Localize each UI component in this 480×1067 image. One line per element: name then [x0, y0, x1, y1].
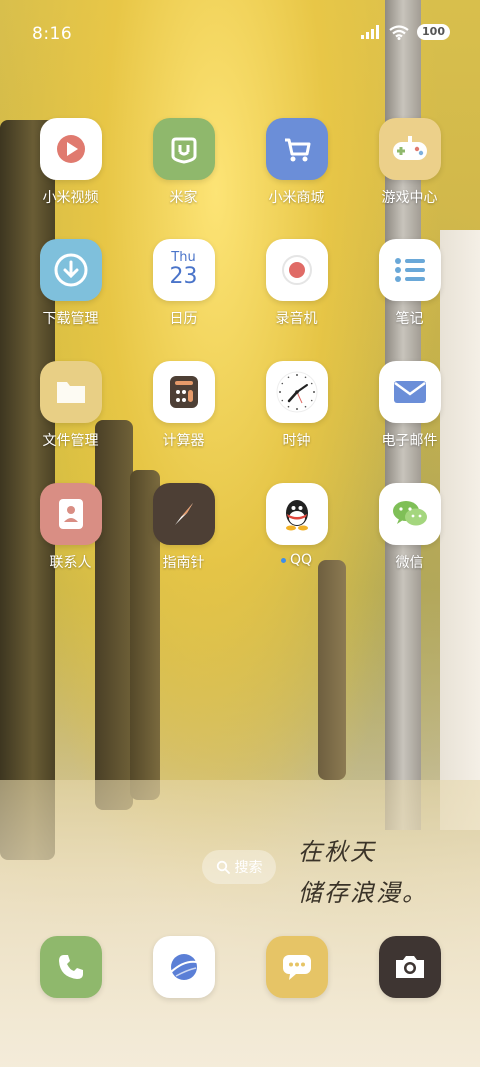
- app-label: 小米视频: [42, 190, 99, 206]
- app-calendar[interactable]: Thu 23 日历: [127, 239, 240, 328]
- wechat-icon[interactable]: [378, 483, 441, 545]
- phone-icon[interactable]: [39, 936, 102, 998]
- app-mijia[interactable]: 米家: [127, 118, 240, 207]
- status-bar: 8:16 100: [0, 0, 480, 68]
- dock-messages[interactable]: [240, 936, 353, 998]
- signal-icon: [361, 25, 380, 39]
- clock-icon[interactable]: [265, 361, 328, 423]
- app-label: 米家: [169, 190, 198, 206]
- app-label-text: QQ: [289, 552, 313, 568]
- app-label: 微信: [395, 555, 424, 571]
- dock-phone[interactable]: [14, 936, 127, 998]
- app-qq[interactable]: QQ: [240, 483, 353, 568]
- folder-icon[interactable]: [39, 361, 102, 423]
- mijia-icon[interactable]: [152, 118, 215, 180]
- calendar-day: Thu: [171, 250, 196, 265]
- wallpaper-calligraphy: 在秋天 储存浪漫。: [298, 832, 428, 908]
- search-label: 搜索: [234, 860, 263, 876]
- tree-trunk: [95, 420, 133, 810]
- calligraphy-line-2: 储存浪漫。: [298, 879, 428, 907]
- dock-camera[interactable]: [353, 936, 466, 998]
- app-label: 文件管理: [42, 433, 99, 449]
- app-clock[interactable]: 时钟: [240, 361, 353, 450]
- new-badge-dot: [280, 557, 286, 563]
- messages-icon[interactable]: [265, 936, 328, 998]
- app-mi-video[interactable]: 小米视频: [14, 118, 127, 207]
- app-label: 时钟: [282, 433, 311, 449]
- leaf-covered-path: [0, 780, 480, 1067]
- app-label: 游戏中心: [381, 190, 438, 206]
- notes-icon[interactable]: [378, 239, 441, 301]
- app-downloads[interactable]: 下载管理: [14, 239, 127, 328]
- app-label: 电子邮件: [381, 433, 438, 449]
- app-label: 小米商城: [268, 190, 325, 206]
- app-label: QQ: [280, 552, 313, 568]
- record-icon[interactable]: [265, 239, 328, 301]
- download-icon[interactable]: [39, 239, 102, 301]
- app-notes[interactable]: 笔记: [353, 239, 466, 328]
- cart-icon[interactable]: [265, 118, 328, 180]
- contacts-icon[interactable]: [39, 483, 102, 545]
- app-wechat[interactable]: 微信: [353, 483, 466, 572]
- mail-icon[interactable]: [378, 361, 441, 423]
- compass-icon[interactable]: [152, 483, 215, 545]
- dock: [14, 936, 466, 998]
- app-file-manager[interactable]: 文件管理: [14, 361, 127, 450]
- app-compass[interactable]: 指南针: [127, 483, 240, 572]
- app-email[interactable]: 电子邮件: [353, 361, 466, 450]
- battery-indicator: 100: [417, 24, 450, 40]
- dock-browser[interactable]: [127, 936, 240, 998]
- mi-video-icon[interactable]: [39, 118, 102, 180]
- app-game-center[interactable]: 游戏中心: [353, 118, 466, 207]
- tree-trunk: [318, 560, 346, 780]
- app-label: 联系人: [49, 555, 92, 571]
- search-icon: [216, 860, 230, 874]
- wifi-icon: [389, 24, 409, 40]
- search-button[interactable]: 搜索: [202, 850, 276, 884]
- camera-icon[interactable]: [378, 936, 441, 998]
- app-calculator[interactable]: 计算器: [127, 361, 240, 450]
- app-label: 笔记: [395, 311, 424, 327]
- app-label: 录音机: [275, 311, 318, 327]
- calendar-icon[interactable]: Thu 23: [152, 239, 215, 301]
- app-label: 日历: [169, 311, 198, 327]
- qq-icon[interactable]: [265, 483, 328, 545]
- gamepad-icon[interactable]: [378, 118, 441, 180]
- app-label: 指南针: [162, 555, 205, 571]
- app-mi-store[interactable]: 小米商城: [240, 118, 353, 207]
- calculator-icon[interactable]: [152, 361, 215, 423]
- browser-icon[interactable]: [152, 936, 215, 998]
- app-recorder[interactable]: 录音机: [240, 239, 353, 328]
- app-contacts[interactable]: 联系人: [14, 483, 127, 572]
- status-time: 8:16: [32, 24, 73, 44]
- calligraphy-line-1: 在秋天: [298, 838, 376, 866]
- calendar-date: 23: [169, 264, 198, 289]
- app-label: 下载管理: [42, 311, 99, 327]
- app-label: 计算器: [162, 433, 205, 449]
